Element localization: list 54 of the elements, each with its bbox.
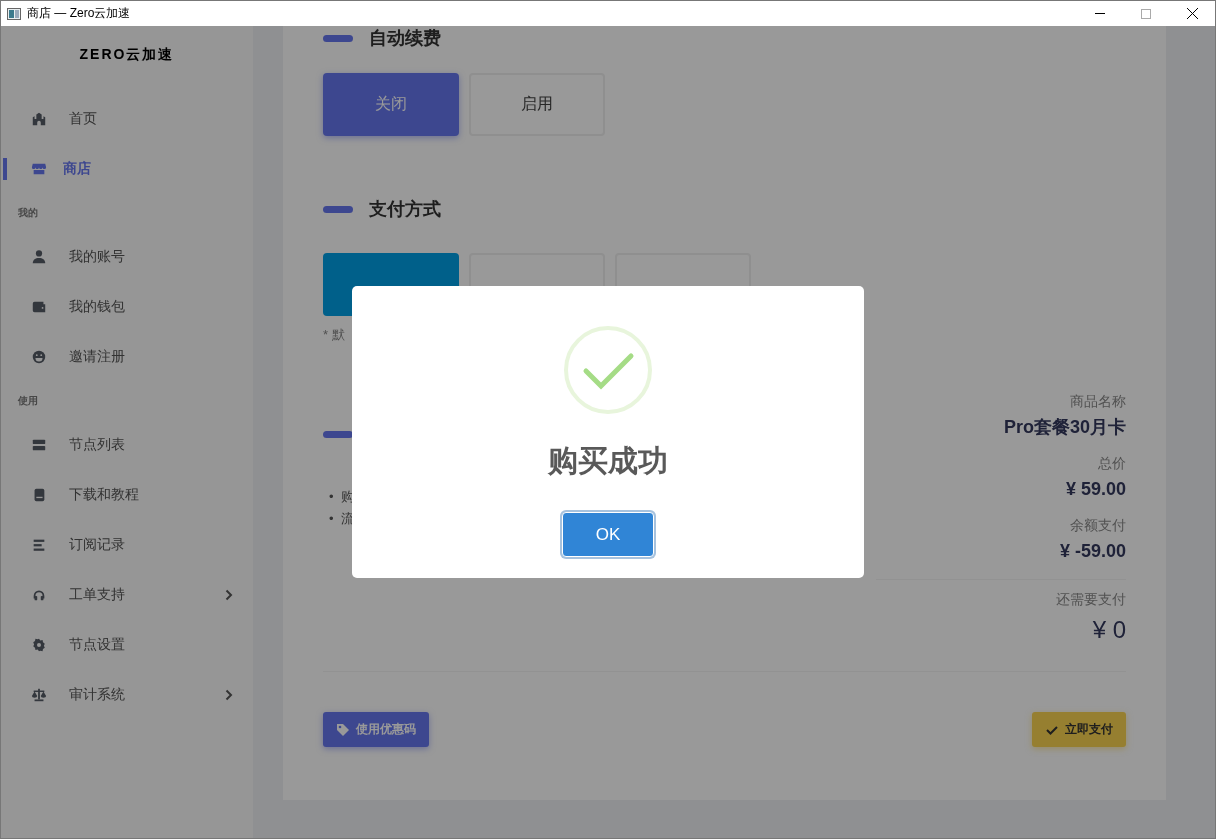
castle-icon: [31, 111, 47, 127]
summary-label: 总价: [1098, 454, 1126, 473]
settings-icon: [31, 637, 47, 653]
store-icon: [31, 161, 47, 177]
section-title: 支付方式: [369, 198, 441, 221]
brand-name: ZERO云加速: [78, 45, 176, 64]
sidebar-item[interactable]: 首页: [1, 94, 253, 144]
pay-button[interactable]: 立即支付: [1032, 712, 1126, 747]
maximize-icon: [1141, 8, 1151, 19]
amount-due: ¥ 0: [1092, 615, 1126, 645]
ok-button[interactable]: OK: [562, 512, 654, 557]
sidebar-item[interactable]: 邀请注册: [1, 332, 253, 382]
summary-label: 还需要支付: [1056, 590, 1126, 609]
section-marker: [323, 205, 353, 213]
summary-value: ¥ 59.00: [1065, 478, 1126, 501]
close-icon: [1186, 8, 1198, 19]
sidebar-item[interactable]: 商店: [1, 144, 253, 194]
window-title: 商店 — Zero云加速: [27, 5, 132, 22]
tag-icon: [336, 722, 350, 737]
summary-value: Pro套餐30月卡: [1003, 416, 1126, 439]
list-icon: [31, 537, 47, 553]
bullet: •: [329, 510, 335, 528]
chevron-icon: [225, 689, 233, 701]
chevron-icon: [225, 589, 233, 601]
coupon-button[interactable]: 使用优惠码: [323, 712, 429, 747]
smiley-icon: [31, 349, 47, 365]
app-icon: [7, 7, 21, 20]
success-check-icon: [563, 325, 653, 415]
sidebar-item[interactable]: 我的钱包: [1, 282, 253, 332]
sidebar-item[interactable]: 工单支持: [1, 570, 253, 620]
toggle-option[interactable]: 关闭: [323, 73, 459, 136]
wallet-icon: [31, 299, 47, 315]
scale-icon: [31, 687, 47, 703]
sidebar-item[interactable]: 节点列表: [1, 420, 253, 470]
bullet: •: [329, 488, 335, 506]
summary-label: 余额支付: [1070, 516, 1126, 535]
section-title: 自动续费: [369, 27, 441, 50]
user-icon: [31, 249, 47, 265]
sidebar-item[interactable]: 我的账号: [1, 232, 253, 282]
sidebar-item[interactable]: 节点设置: [1, 620, 253, 670]
section-heading: 使用: [17, 394, 39, 408]
section-marker: [323, 430, 353, 438]
sidebar-item[interactable]: 审计系统: [1, 670, 253, 720]
minimize-icon: [1095, 13, 1105, 14]
summary-label: 商品名称: [1070, 392, 1126, 411]
payment-note: * 默: [323, 326, 346, 344]
sidebar-item[interactable]: 订阅记录: [1, 520, 253, 570]
section-heading: 我的: [17, 206, 39, 220]
sidebar-item[interactable]: 下载和教程: [1, 470, 253, 520]
section-marker: [323, 34, 353, 42]
toggle-option[interactable]: 启用: [469, 73, 605, 136]
summary-value: ¥ -59.00: [1059, 540, 1126, 563]
dialog-title: 购买成功: [548, 443, 668, 479]
server-icon: [31, 437, 47, 453]
